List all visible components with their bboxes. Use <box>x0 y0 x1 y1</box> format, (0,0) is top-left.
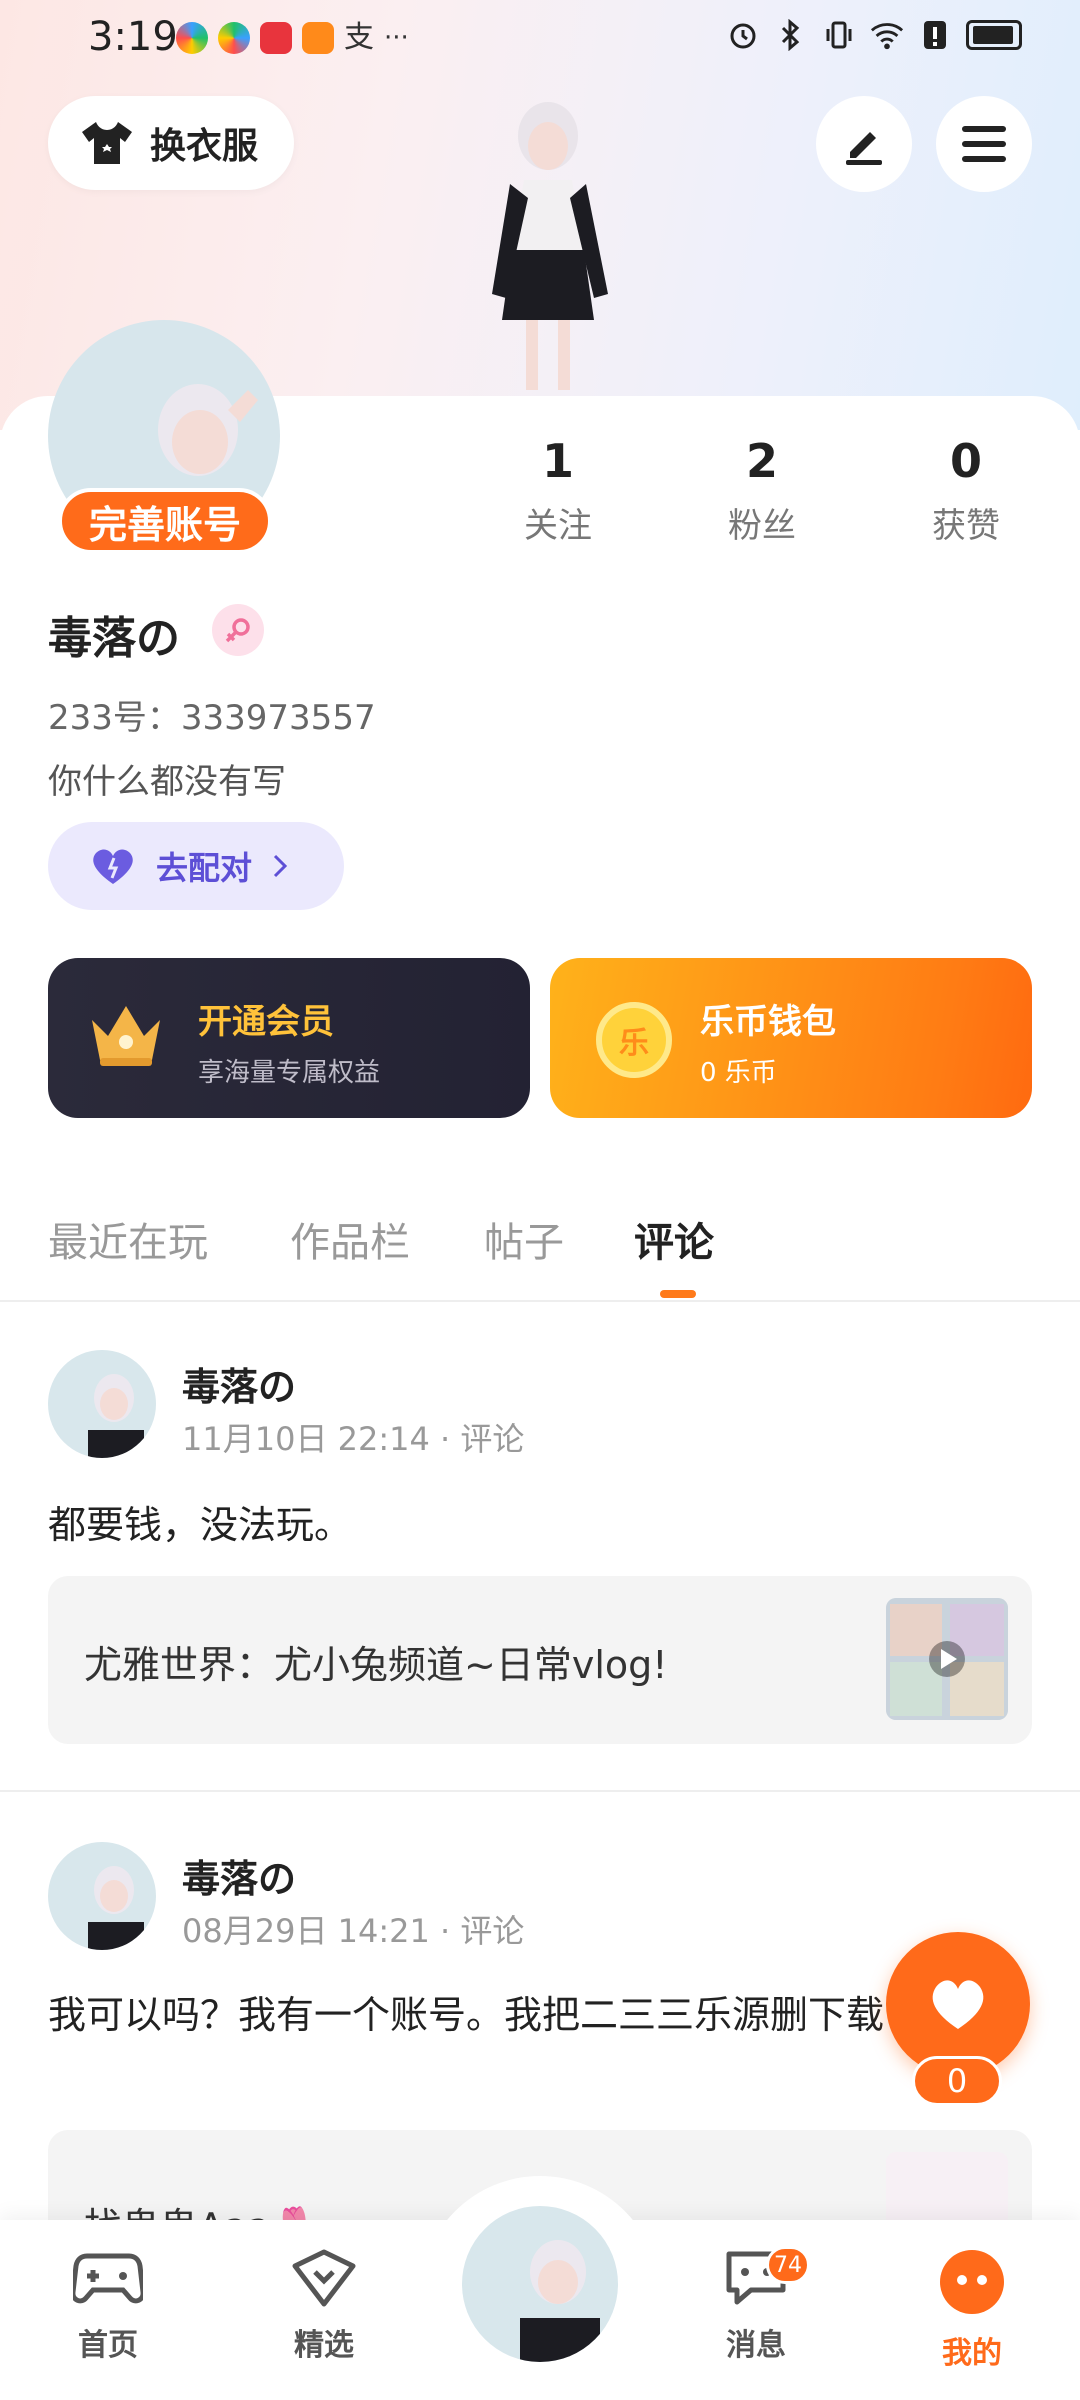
nav-label: 精选 <box>294 2328 354 2363</box>
status-bar: 3:19 支 ··· <box>0 0 1080 80</box>
complete-account-badge[interactable]: 完善账号 <box>58 488 272 554</box>
username: 毒落の <box>48 613 180 664</box>
female-icon <box>212 604 264 656</box>
go-match-button[interactable]: 去配对 <box>48 822 344 910</box>
post-author-avatar[interactable] <box>48 1350 156 1458</box>
post-author-avatar[interactable] <box>48 1842 156 1950</box>
tab-comments[interactable]: 评论 <box>634 1210 714 1268</box>
change-outfit-button[interactable]: 换衣服 <box>48 96 294 190</box>
nav-label: 首页 <box>78 2328 138 2363</box>
stat-label: 粉丝 <box>728 506 796 546</box>
coin-icon: 乐 <box>596 1002 672 1078</box>
wallet-title: 乐币钱包 <box>700 1002 836 1042</box>
like-button[interactable] <box>886 1932 1030 2076</box>
nav-me[interactable]: 我的 <box>902 2248 1042 2372</box>
stat-followers[interactable]: 2 粉丝 <box>682 434 842 547</box>
stat-value: 1 <box>541 434 574 488</box>
stat-following[interactable]: 1 关注 <box>478 434 638 547</box>
tabs-divider <box>0 1300 1080 1302</box>
vip-title: 开通会员 <box>198 1002 334 1042</box>
heart-icon <box>932 1980 984 2029</box>
coin-wallet-card[interactable]: 乐 乐币钱包 0 乐币 <box>550 958 1032 1118</box>
video-thumbnail <box>886 1598 1008 1720</box>
post-meta: 08月29日 14:21 · 评论 <box>182 1912 525 1950</box>
stat-label: 获赞 <box>932 506 1000 546</box>
post-comment-text: 我可以吗？我有一个账号。我把二三三乐源删下载 <box>48 1993 885 2037</box>
purple-heart-icon <box>93 849 133 884</box>
stat-value: 0 <box>949 434 982 488</box>
more-notifications-icon: ··· <box>384 23 409 53</box>
battery-icon <box>966 20 1022 50</box>
active-tab-indicator <box>660 1290 696 1298</box>
go-match-label: 去配对 <box>156 849 253 887</box>
nav-label: 我的 <box>942 2336 1002 2371</box>
post-author-name[interactable]: 毒落の <box>182 1848 296 1903</box>
post-author-name[interactable]: 毒落の <box>182 1356 296 1411</box>
chevron-right-icon <box>273 854 288 878</box>
post-comment-text: 都要钱，没法玩。 <box>48 1503 353 1547</box>
status-right-icons <box>726 18 1022 52</box>
avatar-3d-figure[interactable] <box>430 100 650 400</box>
menu-button[interactable] <box>936 96 1032 192</box>
post-meta: 11月10日 22:14 · 评论 <box>182 1420 525 1458</box>
tab-posts[interactable]: 帖子 <box>484 1210 564 1268</box>
stat-label: 关注 <box>524 506 592 546</box>
user-id: 233号：333973557 <box>48 698 376 738</box>
stat-likes[interactable]: 0 获赞 <box>886 434 1046 547</box>
color-wheel-app-icon-2 <box>218 22 250 54</box>
tab-works[interactable]: 作品栏 <box>290 1210 410 1268</box>
hamburger-icon <box>962 126 1006 162</box>
gamepad-icon <box>70 2253 146 2304</box>
red-book-app-icon <box>260 22 292 54</box>
like-count: 0 <box>912 2056 1002 2106</box>
quoted-content-card[interactable]: 尤雅世界：尤小兔频道~日常vlog! <box>48 1576 1032 1744</box>
alipay-icon: 支 <box>344 20 374 55</box>
heart-shield-icon <box>292 2249 356 2307</box>
nav-home[interactable]: 首页 <box>38 2248 178 2364</box>
color-wheel-app-icon <box>176 22 208 54</box>
pen-icon <box>846 132 882 165</box>
vibrate-icon <box>822 18 856 52</box>
wifi-icon <box>870 18 904 52</box>
wallet-balance: 0 乐币 <box>700 1058 777 1088</box>
status-time: 3:19 <box>88 14 178 60</box>
vip-subtitle: 享海量专属权益 <box>198 1058 381 1088</box>
bluetooth-icon <box>774 18 808 52</box>
vip-membership-card[interactable]: 开通会员 享海量专属权益 <box>48 958 530 1118</box>
sim-alert-icon <box>918 18 952 52</box>
tshirt-icon <box>82 122 132 164</box>
profile-page: 3:19 支 ··· 换衣服 完善账号 1 关注 2 粉丝 0 获赞 毒落の 2… <box>0 0 1080 2400</box>
change-outfit-label: 换衣服 <box>150 126 259 167</box>
video-app-icon <box>302 22 334 54</box>
profile-face-icon <box>940 2250 1004 2314</box>
nav-center-avatar-button[interactable] <box>456 2200 624 2368</box>
tab-recently-played[interactable]: 最近在玩 <box>48 1210 208 1268</box>
status-app-icons: 支 ··· <box>176 22 409 54</box>
post-divider <box>0 1790 1080 1792</box>
nav-featured[interactable]: 精选 <box>254 2248 394 2364</box>
coin-glyph: 乐 <box>619 1026 649 1061</box>
nav-label: 消息 <box>726 2328 786 2363</box>
alarm-icon <box>726 18 760 52</box>
crown-icon <box>92 1006 160 1066</box>
profile-tabs: 最近在玩 作品栏 帖子 评论 <box>0 1202 1080 1302</box>
user-bio: 你什么都没有写 <box>48 762 286 802</box>
quoted-title: 尤雅世界：尤小兔频道~日常vlog! <box>84 1643 668 1687</box>
edit-profile-button[interactable] <box>816 96 912 192</box>
stat-value: 2 <box>745 434 778 488</box>
messages-unread-badge: 74 <box>766 2246 810 2284</box>
